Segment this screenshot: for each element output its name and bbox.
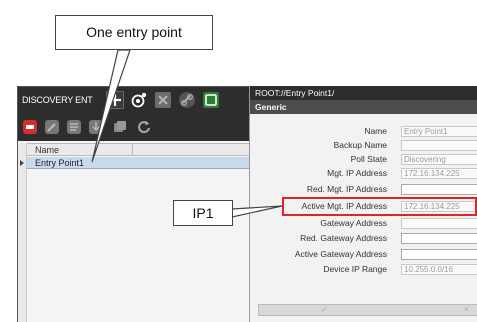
list-header: Name — [27, 143, 250, 156]
add-icon[interactable] — [106, 91, 124, 109]
section-title: Generic — [255, 102, 287, 112]
delete-icon[interactable] — [154, 91, 172, 109]
current-row-arrow-icon — [20, 160, 24, 166]
property-value-gateway[interactable] — [401, 218, 477, 229]
breadcrumb: ROOT://Entry Point1/ — [255, 88, 335, 98]
row-marker-column — [18, 143, 27, 322]
entry-point-list: Name Entry Point1 — [18, 141, 250, 322]
entry-point-callout: One entry point — [55, 15, 213, 50]
property-label-active-gateway: Active Gateway Address — [294, 249, 387, 259]
discovery-panel-title: DISCOVERY ENT — [22, 95, 93, 105]
property-label-gateway: Gateway Address — [320, 218, 387, 228]
property-value-name[interactable]: Entry Point1 — [401, 126, 477, 137]
cancel-button[interactable]: × — [464, 305, 469, 314]
list-item-label: Entry Point1 — [35, 158, 85, 168]
section-header[interactable]: Generic — [250, 100, 477, 114]
property-value-red-mgt-ip[interactable] — [401, 184, 477, 195]
property-value-red-gateway[interactable] — [401, 233, 477, 244]
duplicate-icon[interactable] — [112, 119, 128, 135]
property-label-backup-name: Backup Name — [333, 140, 387, 150]
apply-button[interactable]: ✓ — [321, 305, 328, 314]
properties-icon[interactable] — [66, 119, 82, 135]
property-label-mgt-ip: Mgt. IP Address — [327, 168, 387, 178]
property-label-device-ip-range: Device IP Range — [323, 264, 387, 274]
edit-icon[interactable] — [44, 119, 60, 135]
column-header-name[interactable]: Name — [35, 145, 59, 155]
link-icon[interactable] — [178, 91, 196, 109]
import-icon[interactable] — [88, 119, 104, 135]
active-mgt-ip-highlight — [282, 197, 477, 216]
discover-icon[interactable] — [130, 91, 148, 109]
property-value-mgt-ip[interactable]: 172.16.134.225 — [401, 168, 477, 179]
list-item[interactable]: Entry Point1 — [27, 157, 250, 169]
column-separator[interactable] — [132, 144, 133, 156]
ip-callout: IP1 — [173, 200, 233, 226]
property-label-name: Name — [364, 126, 387, 136]
property-value-poll-state[interactable]: Discovering — [401, 154, 477, 165]
apply-cancel-bar: ✓ × — [258, 304, 477, 316]
property-label-red-mgt-ip: Red. Mgt. IP Address — [306, 184, 387, 194]
stop-icon[interactable] — [22, 119, 38, 135]
property-label-poll-state: Poll State — [350, 154, 387, 164]
property-value-device-ip-range[interactable]: 10.255.0.0/16 — [401, 264, 477, 275]
property-label-red-gateway: Red. Gateway Address — [300, 233, 387, 243]
discovery-panel-header: DISCOVERY ENT — [18, 87, 250, 115]
property-value-backup-name[interactable] — [401, 140, 477, 151]
discovery-toolbar — [18, 115, 250, 141]
export-icon[interactable] — [202, 91, 220, 109]
properties-path-bar: ROOT://Entry Point1/ — [250, 86, 477, 100]
property-value-active-gateway[interactable] — [401, 249, 477, 260]
refresh-icon[interactable] — [136, 119, 152, 135]
